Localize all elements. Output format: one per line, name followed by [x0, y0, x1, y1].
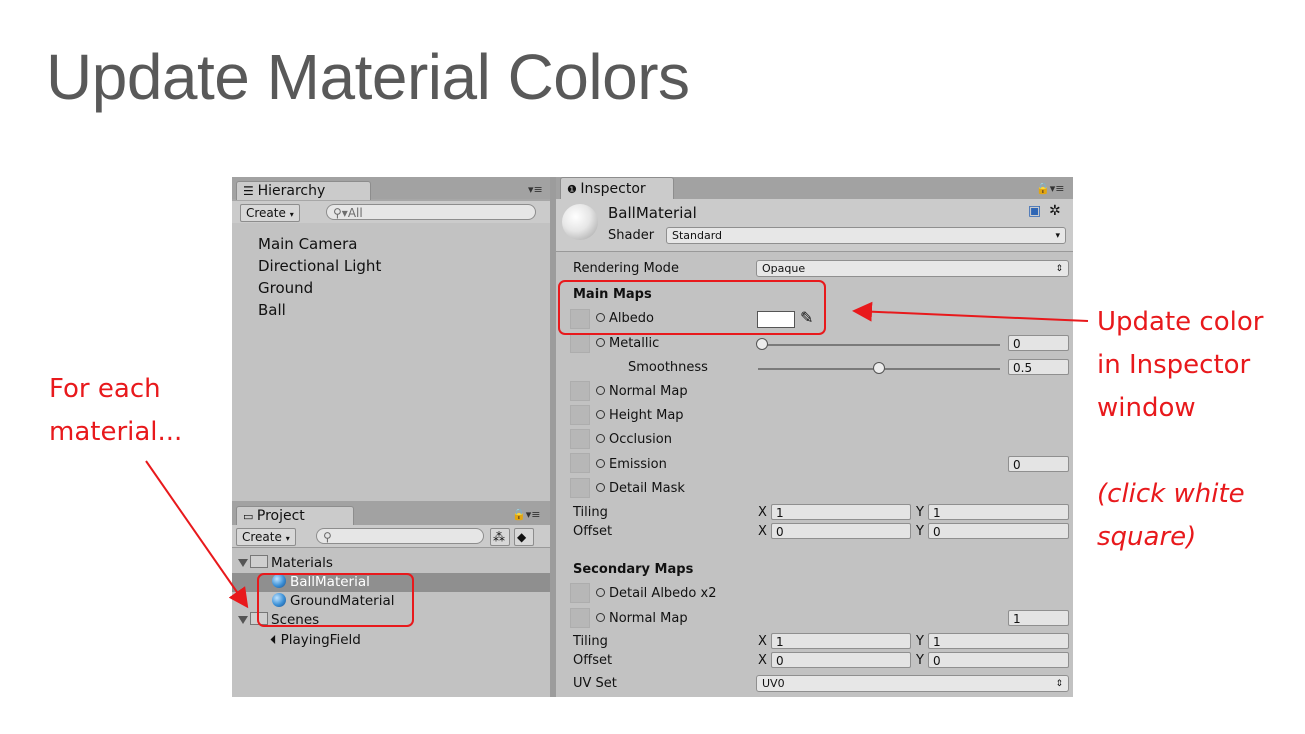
arrow-to-albedo: [852, 301, 1089, 322]
annotation-arrows: [145, 301, 1089, 609]
arrow-to-materials: [145, 460, 249, 609]
